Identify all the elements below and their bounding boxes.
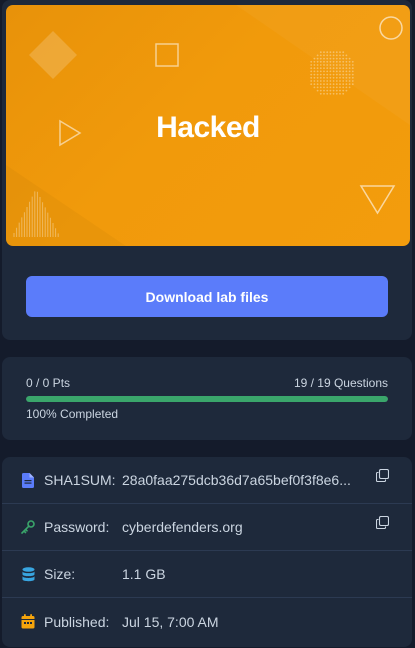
- lab-banner: Hacked: [6, 5, 410, 246]
- questions-count: 19 / 19 Questions: [293, 376, 388, 390]
- lab-info-card: SHA1SUM: 28a0faa275dcb36d7a65bef0f3f8e6.…: [2, 457, 412, 647]
- published-value: Jul 15, 7:00 AM: [122, 613, 219, 630]
- copy-sha1-icon[interactable]: [375, 468, 390, 483]
- sha1-value: 28a0faa275dcb36d7a65bef0f3f8e6...: [122, 472, 351, 488]
- password-row: Password: cyberdefenders.org: [2, 504, 412, 551]
- download-lab-files-button[interactable]: Download lab files: [26, 276, 388, 317]
- square-shape: [155, 43, 179, 67]
- progress-bar: [26, 396, 388, 402]
- progress-bar-fill: [26, 396, 388, 402]
- triangle-down-shape: [359, 185, 396, 215]
- completion-label: 100% Completed: [26, 407, 119, 421]
- password-value: cyberdefenders.org: [122, 519, 243, 535]
- points-text: 0 / 0 Pts: [26, 376, 71, 390]
- database-icon: [20, 566, 36, 582]
- diamond-shape: [29, 31, 77, 79]
- size-value: 1.1 GB: [122, 566, 166, 582]
- password-label: Password:: [44, 519, 110, 535]
- file-icon: [20, 472, 36, 488]
- sha1-label: SHA1SUM:: [44, 472, 116, 488]
- calendar-icon: [20, 614, 36, 630]
- published-label: Published:: [44, 613, 110, 630]
- sha1-row: SHA1SUM: 28a0faa275dcb36d7a65bef0f3f8e6.…: [2, 457, 412, 504]
- lab-title: Hacked: [156, 111, 260, 144]
- lab-header-card: Hacked Download lab files: [2, 0, 412, 340]
- published-row: Published: Jul 15, 7:00 AM: [2, 598, 412, 645]
- size-label: Size:: [44, 566, 76, 582]
- size-row: Size: 1.1 GB: [2, 551, 412, 598]
- copy-password-icon[interactable]: [375, 515, 390, 530]
- key-icon: [20, 519, 36, 535]
- progress-card: 0 / 0 Pts 19 / 19 Questions 100% Complet…: [2, 357, 412, 440]
